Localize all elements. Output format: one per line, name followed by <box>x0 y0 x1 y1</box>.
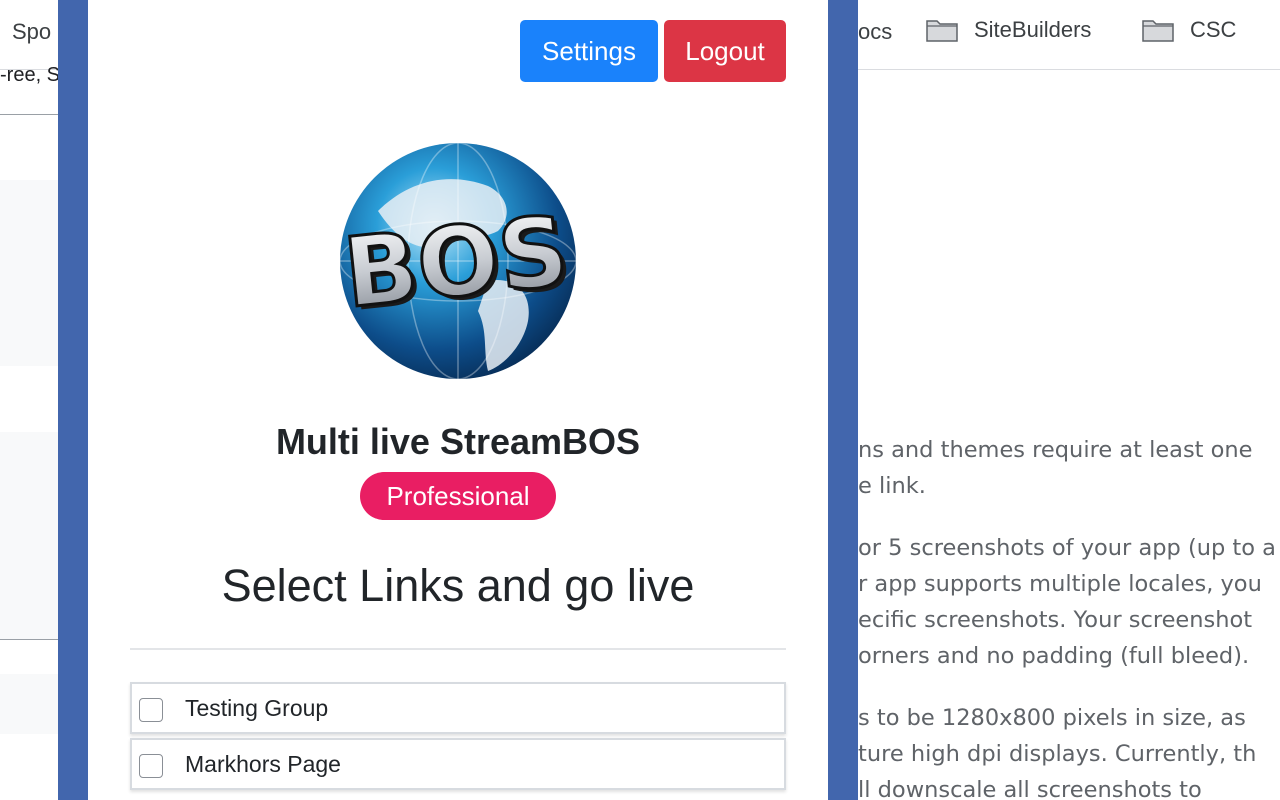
streambos-logo: BOS BOS <box>338 142 578 380</box>
link-checkbox[interactable] <box>139 754 163 778</box>
background-text-line: ll downscale all screenshots to <box>858 777 1202 800</box>
logo-text: BOS <box>339 195 573 330</box>
background-paragraph: ns and themes require at least one e lin… <box>858 432 1280 504</box>
bookmark-partial-docs[interactable]: ocs <box>858 19 892 45</box>
background-paragraph: s to be 1280x800 pixels in size, as ture… <box>858 700 1280 800</box>
logout-button[interactable]: Logout <box>664 20 786 82</box>
background-text-line: orners and no padding (full bleed). <box>858 643 1250 669</box>
bookmark-csc[interactable]: CSC <box>1142 17 1236 43</box>
background-panel <box>0 180 60 366</box>
background-text-line: r app supports multiple locales, you <box>858 571 1262 597</box>
section-heading: Select Links and go live <box>221 560 695 611</box>
folder-icon <box>926 20 958 42</box>
background-text-line: ture high dpi displays. Currently, th <box>858 741 1257 767</box>
background-paragraph: or 5 screenshots of your app (up to a r … <box>858 530 1280 674</box>
background-text-line: e link. <box>858 473 926 499</box>
settings-button[interactable]: Settings <box>520 20 658 82</box>
background-text-line: or 5 screenshots of your app (up to a <box>858 535 1276 561</box>
extension-popup <box>88 0 828 800</box>
folder-icon <box>1142 20 1174 42</box>
background-panel <box>0 674 60 734</box>
background-text-line: ecific screenshots. Your screenshot <box>858 607 1253 633</box>
background-text-line: s to be 1280x800 pixels in size, as <box>858 705 1246 731</box>
background-page-left: -ree, S <box>0 64 60 800</box>
link-label: Testing Group <box>185 694 329 721</box>
divider <box>0 639 60 640</box>
section-divider <box>130 648 786 650</box>
bookmark-partial-left[interactable]: Spo <box>12 19 51 45</box>
link-checkbox[interactable] <box>139 698 163 722</box>
app-title: Multi live StreamBOS <box>275 421 641 462</box>
background-panel <box>0 432 60 640</box>
plan-badge: Professional <box>360 472 556 520</box>
background-text-fragment: -ree, S <box>0 64 61 86</box>
bookmark-sitebuilders[interactable]: SiteBuilders <box>926 17 1091 43</box>
background-text-line: ns and themes require at least one <box>858 437 1253 463</box>
divider <box>0 114 60 115</box>
bookmark-label: SiteBuilders <box>974 17 1092 42</box>
link-item-markhors-page[interactable]: Markhors Page <box>130 738 786 790</box>
link-label: Markhors Page <box>185 750 341 777</box>
bookmark-label: CSC <box>1190 17 1237 42</box>
link-item-testing-group[interactable]: Testing Group <box>130 682 786 734</box>
